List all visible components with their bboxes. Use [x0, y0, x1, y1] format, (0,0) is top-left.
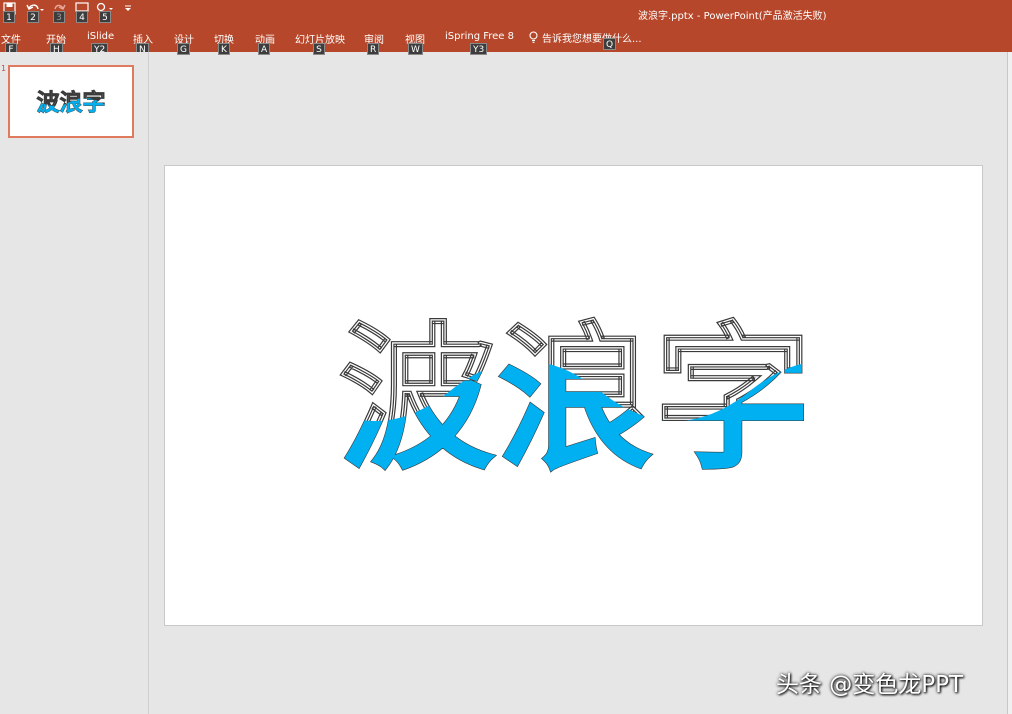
wave-text-graphic: 波浪字 波浪字 — [337, 307, 812, 492]
slide-number: 1 — [1, 64, 7, 73]
keytip-touch: 5 — [99, 11, 111, 23]
tab-ispring[interactable]: iSpring Free 8 — [445, 31, 514, 42]
customize-toolbar-button[interactable] — [124, 5, 132, 18]
tell-me-text: 告诉我您想要做什么... — [542, 33, 642, 45]
thumbnail-preview: 波浪字 波浪字 — [36, 89, 106, 117]
keytip-undo: 2 — [27, 11, 39, 23]
keytip-review: R — [367, 43, 380, 55]
keytip-tell-me: Q — [603, 38, 617, 50]
vertical-scrollbar[interactable] — [1007, 52, 1012, 714]
keytip-start: 4 — [76, 11, 88, 23]
tell-me-box[interactable]: 告诉我您想要做什么... — [529, 31, 642, 45]
keytip-redo: 3 — [53, 11, 65, 23]
lightbulb-icon — [529, 31, 538, 43]
ribbon: 1 2 3 4 5 波浪字.pptx - PowerPoint(产品激活失败) … — [0, 0, 1012, 55]
keytip-animations: A — [258, 43, 271, 55]
keytip-save: 1 — [3, 11, 15, 23]
keytip-design: G — [177, 43, 190, 55]
keytip-view: W — [408, 43, 423, 55]
watermark: 头条 @变色龙PPT — [776, 672, 964, 698]
window-title: 波浪字.pptx - PowerPoint(产品激活失败) — [638, 11, 827, 22]
keytip-slideshow: S — [313, 43, 325, 55]
slide-thumbnail-1[interactable]: 波浪字 波浪字 — [8, 65, 134, 138]
keytip-transitions: K — [218, 43, 230, 55]
slide-thumbnail-pane: 1 波浪字 波浪字 — [0, 52, 149, 714]
slide-canvas[interactable]: 波浪字 波浪字 — [164, 165, 983, 626]
tab-islide[interactable]: iSlide — [87, 31, 114, 42]
keytip-ispring: Y3 — [470, 43, 488, 55]
chevron-down-icon — [125, 5, 131, 11]
